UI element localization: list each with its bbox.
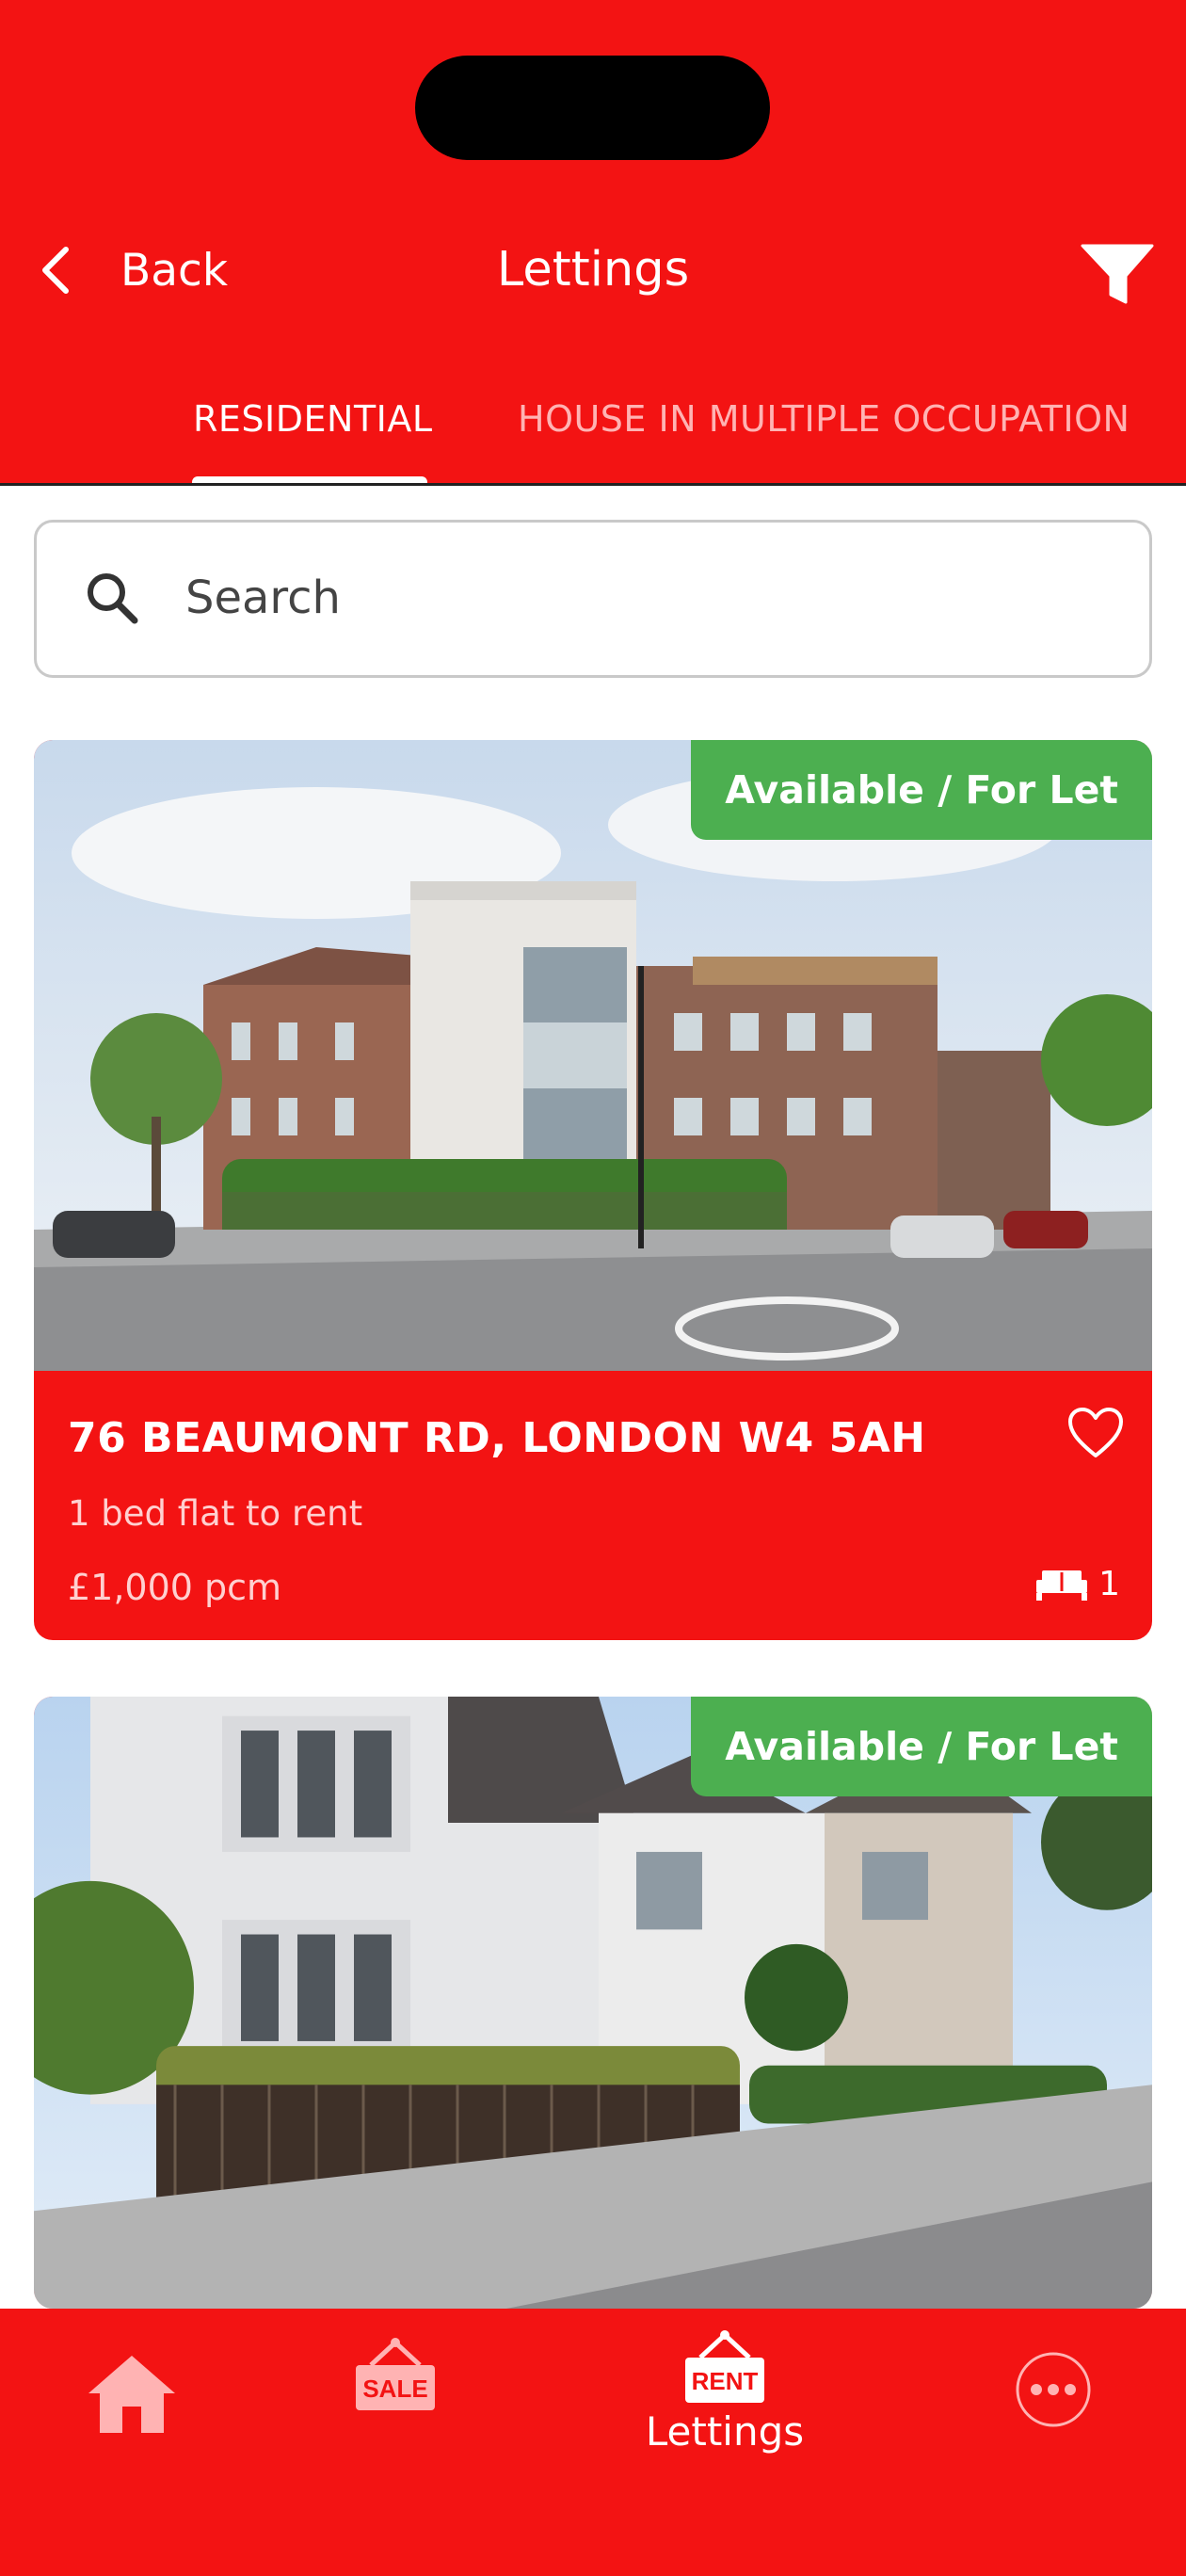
sale-sign-text: SALE xyxy=(362,2375,427,2403)
bottom-nav: SALE RENT Lettings xyxy=(0,2309,1186,2576)
app-header: Back Lettings RESIDENTIAL HOUSE IN MULTI… xyxy=(0,0,1186,486)
sofa-icon xyxy=(1036,1570,1088,1601)
heart-icon[interactable] xyxy=(1067,1407,1124,1459)
rent-sign-text: RENT xyxy=(692,2367,759,2395)
listing-description: 1 bed flat to rent xyxy=(68,1493,363,1534)
bedroom-count-value: 1 xyxy=(1098,1565,1120,1603)
tab-house-in-multiple-occupation[interactable]: HOUSE IN MULTIPLE OCCUPATION xyxy=(518,386,1130,452)
page-title: Lettings xyxy=(496,242,690,298)
search-box[interactable] xyxy=(34,520,1152,678)
listing-price: £1,000 pcm xyxy=(68,1567,282,1608)
tab-residential[interactable]: RESIDENTIAL xyxy=(193,386,433,452)
filter-icon[interactable] xyxy=(1081,244,1154,306)
dynamic-island xyxy=(415,56,770,160)
tab-bar: RESIDENTIAL HOUSE IN MULTIPLE OCCUPATION xyxy=(0,386,1186,486)
listing-card[interactable]: Available / For Let 76 BEAUMONT RD, LOND… xyxy=(34,740,1152,1640)
more-icon[interactable] xyxy=(1014,2350,1093,2429)
listing-details: 76 BEAUMONT RD, LONDON W4 5AH 1 bed flat… xyxy=(34,1371,1152,1640)
home-icon[interactable] xyxy=(85,2352,179,2437)
status-badge: Available / For Let xyxy=(691,1697,1152,1796)
nav-label-lettings[interactable]: Lettings xyxy=(602,2408,847,2455)
listing-address: 76 BEAUMONT RD, LONDON W4 5AH xyxy=(68,1414,926,1462)
listing-card[interactable]: Available / For Let xyxy=(34,1697,1152,2309)
bedroom-count: 1 xyxy=(1034,1565,1120,1603)
search-icon xyxy=(88,573,138,624)
status-badge: Available / For Let xyxy=(691,740,1152,840)
sale-sign-icon[interactable]: SALE xyxy=(348,2337,442,2431)
search-input[interactable] xyxy=(185,560,1108,636)
header-divider xyxy=(0,483,1186,486)
